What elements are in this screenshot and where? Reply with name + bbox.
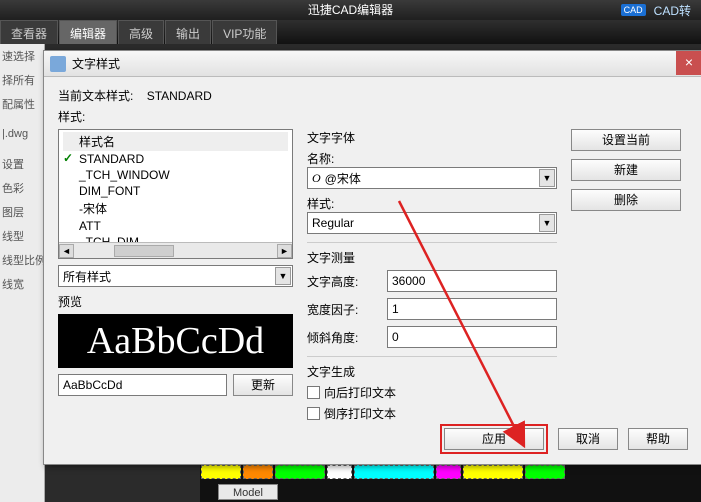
ribbon-tab-advanced[interactable]: 高级 [118, 20, 164, 44]
top-right-badges: CAD CAD转 [621, 0, 691, 20]
side-item [0, 116, 44, 124]
drawing-colors [200, 464, 701, 482]
preview-label: 预览 [58, 293, 293, 310]
side-item[interactable]: 择所有 [0, 68, 44, 92]
measure-group-label: 文字测量 [307, 249, 557, 266]
font-name-combo[interactable]: O @宋体 ▼ [307, 167, 557, 189]
list-item[interactable]: _TCH_WINDOW [63, 167, 288, 183]
side-item[interactable]: 设置 [0, 152, 44, 176]
text-style-dialog: 文字样式 × 当前文本样式: STANDARD 样式: 样式名 ✓STANDAR… [43, 50, 701, 465]
update-button[interactable]: 更新 [233, 374, 293, 396]
close-icon[interactable]: × [676, 51, 701, 75]
apply-button[interactable]: 应用 [444, 428, 544, 450]
scroll-left-icon[interactable]: ◄ [59, 244, 74, 258]
dialog-button-row: 应用 取消 帮助 [440, 424, 688, 454]
ribbon-tab-viewer[interactable]: 查看器 [0, 20, 58, 44]
side-item[interactable]: 线型比例 [0, 248, 44, 272]
font-style-label: 样式: [307, 195, 557, 212]
preview-input[interactable] [58, 374, 227, 396]
current-style-value: STANDARD [147, 89, 212, 103]
ribbon-tabs: 查看器 编辑器 高级 输出 VIP功能 [0, 20, 701, 44]
list-item[interactable]: DIM_FONT [63, 183, 288, 199]
font-name-value: @宋体 [325, 170, 361, 187]
side-item[interactable]: 图层 [0, 200, 44, 224]
gen-upside-row[interactable]: 倒序打印文本 [307, 405, 557, 422]
app-title: 迅捷CAD编辑器 [308, 3, 393, 17]
ribbon-tab-editor[interactable]: 编辑器 [59, 20, 117, 44]
side-item[interactable]: 配属性 [0, 92, 44, 116]
checkbox-icon[interactable] [307, 386, 320, 399]
h-scrollbar[interactable]: ◄ ► [59, 242, 292, 258]
cad-badge-text: CAD转 [654, 2, 691, 19]
font-glyph-icon: O [312, 171, 321, 186]
gen-group-label: 文字生成 [307, 363, 557, 380]
width-input[interactable] [387, 298, 557, 320]
cad-badge-icon: CAD [621, 4, 646, 16]
current-style-row: 当前文本样式: STANDARD [58, 87, 688, 104]
gen-backwards-row[interactable]: 向后打印文本 [307, 384, 557, 401]
ribbon-tab-output[interactable]: 输出 [165, 20, 211, 44]
oblique-input[interactable] [387, 326, 557, 348]
list-item[interactable]: ATT [63, 218, 288, 234]
height-input[interactable] [387, 270, 557, 292]
font-style-combo[interactable]: ▼ [307, 212, 557, 234]
app-titlebar: 迅捷CAD编辑器 [0, 0, 701, 20]
height-label: 文字高度: [307, 273, 387, 290]
gen-backwards-label: 向后打印文本 [324, 384, 396, 401]
ribbon-tab-vip[interactable]: VIP功能 [212, 20, 277, 44]
style-filter-value[interactable] [58, 265, 293, 287]
font-group-label: 文字字体 [307, 129, 557, 146]
scroll-right-icon[interactable]: ► [277, 244, 292, 258]
side-item[interactable]: |.dwg [0, 124, 44, 144]
side-item[interactable]: 速选择 [0, 44, 44, 68]
dialog-title-text: 文字样式 [72, 55, 120, 72]
help-button[interactable]: 帮助 [628, 428, 688, 450]
new-button[interactable]: 新建 [571, 159, 681, 181]
dialog-icon [50, 56, 66, 72]
preview-box: AaBbCcDd [58, 314, 293, 368]
list-item[interactable]: -宋体 [63, 199, 288, 218]
side-item [0, 144, 44, 152]
delete-button[interactable]: 删除 [571, 189, 681, 211]
cancel-button[interactable]: 取消 [558, 428, 618, 450]
width-label: 宽度因子: [307, 301, 387, 318]
left-tool-panel: 速选择 择所有 配属性 |.dwg 设置 色彩 图层 线型 线型比例 线宽 [0, 44, 45, 502]
dialog-titlebar[interactable]: 文字样式 × [44, 51, 701, 77]
list-header: 样式名 [63, 132, 288, 151]
set-current-button[interactable]: 设置当前 [571, 129, 681, 151]
side-item[interactable]: 线型 [0, 224, 44, 248]
checkbox-icon[interactable] [307, 407, 320, 420]
check-icon: ✓ [63, 151, 73, 165]
drawing-area: Model [200, 462, 701, 502]
side-item[interactable]: 线宽 [0, 272, 44, 296]
scroll-thumb[interactable] [114, 245, 174, 257]
apply-highlight-box: 应用 [440, 424, 548, 454]
side-item[interactable]: 色彩 [0, 176, 44, 200]
gen-upside-label: 倒序打印文本 [324, 405, 396, 422]
font-style-value[interactable] [307, 212, 557, 234]
current-style-label: 当前文本样式: [58, 89, 133, 103]
list-item[interactable]: ✓STANDARD [63, 151, 288, 167]
styles-label: 样式: [58, 108, 688, 125]
oblique-label: 倾斜角度: [307, 329, 387, 346]
style-filter-combo[interactable]: ▼ [58, 265, 293, 287]
font-name-label: 名称: [307, 150, 557, 167]
style-listbox[interactable]: 样式名 ✓STANDARD _TCH_WINDOW DIM_FONT -宋体 A… [58, 129, 293, 259]
model-tab[interactable]: Model [218, 484, 278, 500]
